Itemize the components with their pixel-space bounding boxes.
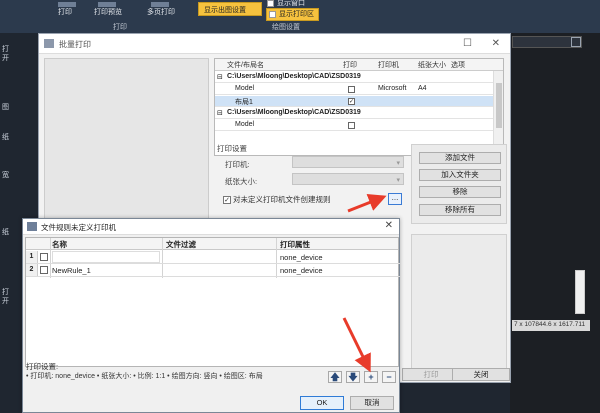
arrow-to-add-rule [342, 317, 371, 373]
arrow-to-rule-button [347, 194, 387, 213]
annotation-arrows [342, 194, 387, 373]
